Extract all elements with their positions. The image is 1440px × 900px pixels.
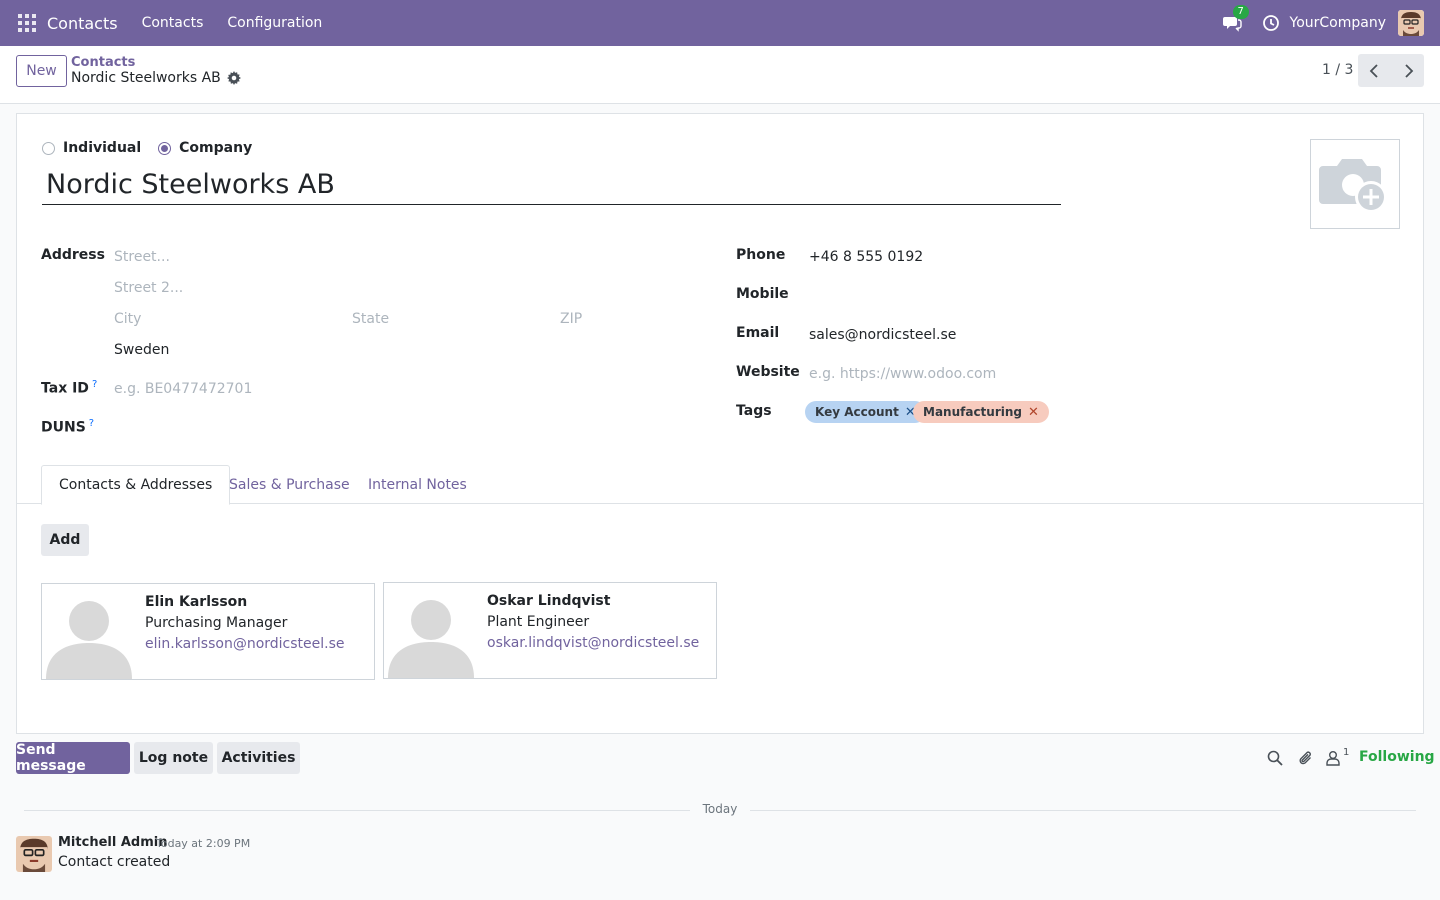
duns-help-icon[interactable]: ? [89,418,94,429]
pager-value[interactable]: 1 / 3 [1322,62,1353,78]
followers-count: 1 [1343,746,1350,758]
tag-label: Key Account [815,405,899,419]
chevron-right-icon [1404,63,1413,78]
date-separator: Today [702,802,738,816]
email-input[interactable]: sales@nordicsteel.se [809,327,956,343]
radio-company-label[interactable]: Company [179,140,252,156]
send-message-button[interactable]: Send message [16,742,130,774]
contact-email-link[interactable]: elin.karlsson@nordicsteel.se [145,636,345,652]
chatter-search-icon[interactable] [1267,746,1283,770]
top-navbar: Contacts Contacts Configuration 7 YourCo… [0,0,1440,46]
tax-id-label-text: Tax ID [41,380,89,397]
app-title[interactable]: Contacts [47,14,118,33]
app-menu-grid-icon[interactable] [18,14,36,32]
tags-label: Tags [736,403,772,419]
date-divider-right [750,810,1416,811]
tag-label: Manufacturing [923,405,1022,419]
breadcrumb-current: Nordic Steelworks AB [71,70,241,86]
messaging-icon[interactable]: 7 [1222,5,1249,33]
street-input[interactable]: Street... [114,249,170,265]
company-type-radio-group: Individual Company [42,140,269,156]
message-body: Contact created [58,854,171,870]
control-panel: New Contacts Nordic Steelworks AB 1 / 3 [0,46,1440,104]
country-select[interactable]: Sweden [114,342,169,358]
pager-next-button[interactable] [1391,54,1424,87]
website-input[interactable]: e.g. https://www.odoo.com [809,366,996,382]
contact-job: Purchasing Manager [145,615,288,631]
email-label: Email [736,325,780,341]
message-author[interactable]: Mitchell Admin [58,835,167,850]
tab-sales-purchase[interactable]: Sales & Purchase [212,465,367,504]
phone-label: Phone [736,247,786,263]
breadcrumb-current-label: Nordic Steelworks AB [71,70,221,86]
tag-remove-icon[interactable]: ✕ [1028,405,1039,420]
image-upload[interactable] [1310,139,1400,229]
breadcrumb-parent-link[interactable]: Contacts [71,55,135,70]
activities-button[interactable]: Activities [217,742,300,774]
new-button[interactable]: New [16,55,67,87]
city-input[interactable]: City [114,311,141,327]
tax-id-label: Tax ID? [41,379,97,397]
paperclip-icon[interactable] [1298,746,1314,770]
radio-individual-label[interactable]: Individual [63,140,141,156]
contact-job: Plant Engineer [487,614,590,630]
date-divider-left [24,810,690,811]
zip-input[interactable]: ZIP [560,311,582,327]
followers-button[interactable]: 1 [1326,746,1349,770]
camera-plus-icon [1319,159,1387,213]
menu-contacts[interactable]: Contacts [142,15,204,31]
partner-name-input[interactable]: Nordic Steelworks AB [42,167,1061,205]
gear-icon[interactable] [226,71,241,85]
phone-input[interactable]: +46 8 555 0192 [809,249,923,265]
tag-manufacturing: Manufacturing ✕ [913,401,1049,423]
mobile-label: Mobile [736,286,789,302]
message-timestamp: Today at 2:09 PM [156,837,251,850]
form-sheet: Individual Company Nordic Steelworks AB … [16,113,1424,734]
user-icon [1326,751,1340,766]
contact-name: Elin Karlsson [145,594,248,610]
contact-email-link[interactable]: oskar.lindqvist@nordicsteel.se [487,635,699,651]
street2-input[interactable]: Street 2... [114,280,183,296]
tab-contacts-addresses[interactable]: Contacts & Addresses [41,465,231,505]
company-switcher[interactable]: YourCompany [1290,15,1387,31]
tab-internal-notes[interactable]: Internal Notes [351,465,484,504]
chevron-left-icon [1369,63,1378,78]
duns-label: DUNS? [41,418,94,436]
notebook-tabs: Contacts & Addresses Sales & Purchase In… [17,465,1423,505]
contact-card[interactable]: Elin Karlsson Purchasing Manager elin.ka… [41,583,375,680]
website-label: Website [736,364,800,380]
contact-avatar-placeholder [42,584,136,679]
tag-key-account: Key Account ✕ [805,401,926,423]
log-note-button[interactable]: Log note [134,742,213,774]
messages-count-badge: 7 [1232,5,1249,19]
pager-previous-button[interactable] [1358,54,1391,87]
add-contact-button[interactable]: Add [41,524,89,556]
radio-individual[interactable] [42,141,55,155]
activity-clock-icon[interactable] [1262,14,1280,32]
menu-configuration[interactable]: Configuration [227,15,322,31]
contact-avatar-placeholder [384,583,478,678]
address-label: Address [41,247,105,263]
contact-name: Oskar Lindqvist [487,593,611,609]
duns-label-text: DUNS [41,419,86,436]
contact-card[interactable]: Oskar Lindqvist Plant Engineer oskar.lin… [383,582,717,679]
following-button[interactable]: Following [1359,749,1435,765]
tax-id-help-icon[interactable]: ? [92,379,97,390]
tax-id-input[interactable]: e.g. BE0477472701 [114,381,252,397]
user-avatar[interactable] [1398,10,1424,36]
state-select[interactable]: State [352,311,389,327]
radio-company[interactable] [158,141,172,155]
message-author-avatar[interactable] [16,836,52,872]
